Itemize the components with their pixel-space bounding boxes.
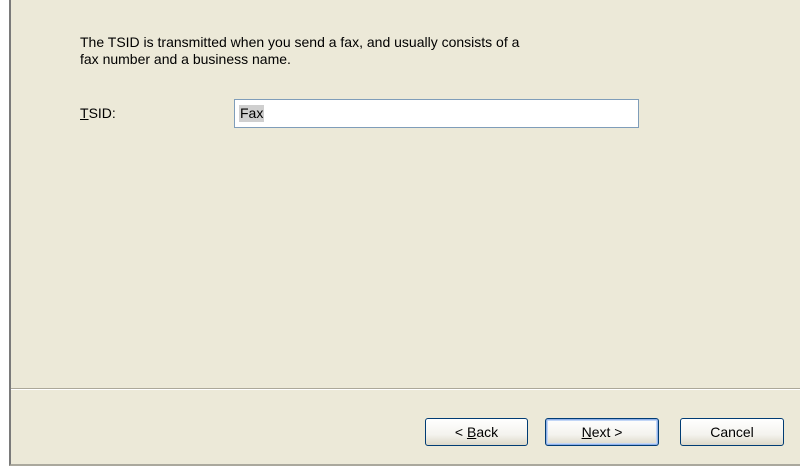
next-button-accelerator: N [581, 424, 592, 440]
tsid-description: The TSID is transmitted when you send a … [80, 34, 640, 68]
next-button-label: ext > [591, 424, 623, 440]
back-button-label: ack [476, 424, 499, 440]
back-button-accelerator: B [466, 424, 477, 440]
back-button-prefix: < [454, 424, 467, 440]
button-area-separator [11, 388, 800, 390]
tsid-input[interactable] [234, 99, 639, 128]
next-button[interactable]: Next > [545, 418, 659, 446]
tsid-input-value[interactable]: Fax [239, 105, 265, 122]
tsid-description-line-1: The TSID is transmitted when you send a … [80, 34, 520, 50]
tsid-label-text: SID: [88, 105, 116, 121]
page: The TSID is transmitted when you send a … [0, 0, 800, 468]
fax-setup-wizard-dialog: The TSID is transmitted when you send a … [9, 0, 800, 466]
back-button[interactable]: < Back [425, 418, 528, 446]
cancel-button[interactable]: Cancel [680, 418, 784, 446]
tsid-description-line-2: fax number and a business name. [80, 51, 291, 67]
tsid-label: TSID: [80, 105, 116, 121]
tsid-label-accelerator: T [80, 105, 89, 121]
